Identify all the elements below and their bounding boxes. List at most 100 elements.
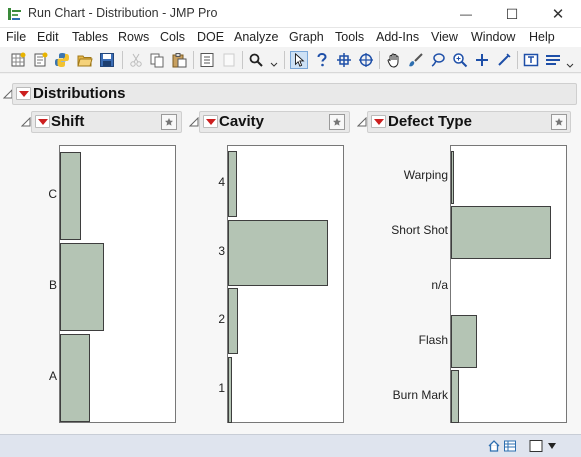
layout-icon[interactable] xyxy=(544,51,562,69)
menu-help[interactable]: Help xyxy=(529,30,555,44)
menu-tools[interactable]: Tools xyxy=(335,30,364,44)
search-icon[interactable] xyxy=(247,51,265,69)
histogram-bar[interactable] xyxy=(228,288,238,355)
menu-analyze[interactable]: Analyze xyxy=(234,30,278,44)
panel-title: Cavity xyxy=(219,113,265,130)
crosshair-tool-icon[interactable] xyxy=(335,51,353,69)
distributions-outline-header: Distributions xyxy=(12,83,577,105)
journal-icon[interactable] xyxy=(198,51,216,69)
graph-builder-star-icon[interactable] xyxy=(551,114,567,130)
category-label: 4 xyxy=(218,175,225,190)
window-icon[interactable] xyxy=(529,439,543,453)
category-label: Flash xyxy=(418,332,448,347)
new-script-icon[interactable] xyxy=(31,51,49,69)
menu-view[interactable]: View xyxy=(431,30,458,44)
copy-icon[interactable] xyxy=(148,51,166,69)
histogram-bar[interactable] xyxy=(451,370,459,424)
close-icon: ✕ xyxy=(551,6,565,23)
cavity-outline-header: Cavity xyxy=(199,111,350,133)
cut-icon[interactable] xyxy=(127,51,145,69)
histogram-bar[interactable] xyxy=(451,150,454,204)
help-tool-icon[interactable] xyxy=(313,51,331,69)
menu-cols[interactable]: Cols xyxy=(160,30,185,44)
home-icon[interactable] xyxy=(487,439,501,453)
red-triangle-menu-icon[interactable] xyxy=(16,87,31,100)
paste-icon[interactable] xyxy=(170,51,188,69)
toolbar-separator xyxy=(379,51,380,69)
histogram-bar[interactable] xyxy=(451,315,477,369)
minimize-button[interactable]: — xyxy=(443,0,489,28)
line-tool-icon[interactable] xyxy=(495,51,513,69)
python-icon[interactable] xyxy=(53,51,71,69)
menu-bar: File Edit Tables Rows Cols DOE Analyze G… xyxy=(0,28,581,47)
disclosure-triangle-icon[interactable] xyxy=(189,117,199,127)
status-bar xyxy=(0,434,581,457)
annotate-tool-icon[interactable] xyxy=(522,51,540,69)
menu-add-ins[interactable]: Add-Ins xyxy=(376,30,419,44)
save-icon[interactable] xyxy=(98,51,116,69)
histogram-bar[interactable] xyxy=(60,243,104,331)
open-icon[interactable] xyxy=(76,51,94,69)
category-label: n/a xyxy=(431,278,448,292)
hand-tool-icon[interactable] xyxy=(385,51,403,69)
menu-graph[interactable]: Graph xyxy=(289,30,324,44)
category-label: 2 xyxy=(218,312,225,327)
minimize-icon: — xyxy=(460,7,472,21)
data-table-list-icon[interactable] xyxy=(503,439,517,453)
panel-title: Shift xyxy=(51,113,85,130)
maximize-icon: ☐ xyxy=(505,5,519,22)
menu-file[interactable]: File xyxy=(6,30,26,44)
red-triangle-menu-icon[interactable] xyxy=(203,115,218,128)
toolbar xyxy=(0,47,581,73)
histogram-bar[interactable] xyxy=(228,219,328,286)
plus-tool-icon[interactable] xyxy=(473,51,491,69)
toolbar-separator xyxy=(122,51,123,69)
category-label: Warping xyxy=(403,168,448,183)
graph-builder-star-icon[interactable] xyxy=(329,114,345,130)
toolbar-separator xyxy=(517,51,518,69)
dropdown-arrow-icon[interactable] xyxy=(547,441,557,451)
graph-builder-star-icon[interactable] xyxy=(161,114,177,130)
histogram-bar[interactable] xyxy=(60,334,90,423)
panel-title: Defect Type xyxy=(388,113,472,130)
menu-doe[interactable]: DOE xyxy=(197,30,224,44)
maximize-button[interactable]: ☐ xyxy=(489,0,535,28)
histogram-bar[interactable] xyxy=(228,151,237,218)
lasso-target-icon[interactable] xyxy=(357,51,375,69)
blank-page-icon[interactable] xyxy=(220,51,238,69)
defect-type-outline-header: Defect Type xyxy=(367,111,571,133)
jmp-app-icon xyxy=(8,8,21,20)
toolbar-overflow-icon[interactable] xyxy=(565,51,575,69)
menu-edit[interactable]: Edit xyxy=(37,30,59,44)
toolbar-separator xyxy=(284,51,285,69)
shift-histogram[interactable] xyxy=(59,145,176,423)
disclosure-triangle-icon[interactable] xyxy=(21,117,31,127)
cavity-histogram[interactable] xyxy=(227,145,344,423)
zoom-tool-icon[interactable] xyxy=(451,51,469,69)
toolbar-separator xyxy=(193,51,194,69)
menu-rows[interactable]: Rows xyxy=(118,30,149,44)
disclosure-triangle-icon[interactable] xyxy=(357,117,367,127)
close-button[interactable]: ✕ xyxy=(535,0,581,28)
title-bar: Run Chart - Distribution - JMP Pro — ☐ ✕ xyxy=(0,0,581,28)
category-label: 3 xyxy=(218,243,225,258)
red-triangle-menu-icon[interactable] xyxy=(371,115,386,128)
report-area: Distributions Shift Cavity Defect Type C… xyxy=(0,74,581,434)
category-label: Short Shot xyxy=(391,223,448,238)
brush-tool-icon[interactable] xyxy=(407,51,425,69)
defect-type-histogram[interactable] xyxy=(450,145,567,424)
new-data-table-icon[interactable] xyxy=(9,51,27,69)
arrow-tool-icon[interactable] xyxy=(290,51,308,69)
menu-window[interactable]: Window xyxy=(471,30,515,44)
category-label: 1 xyxy=(218,380,225,395)
window-title: Run Chart - Distribution - JMP Pro xyxy=(28,6,218,20)
category-label: A xyxy=(48,369,57,384)
histogram-bar[interactable] xyxy=(60,151,81,240)
category-label: Burn Mark xyxy=(392,387,448,402)
menu-tables[interactable]: Tables xyxy=(72,30,108,44)
chevron-down-icon[interactable] xyxy=(265,51,283,69)
histogram-bar[interactable] xyxy=(228,356,232,423)
red-triangle-menu-icon[interactable] xyxy=(35,115,50,128)
histogram-bar[interactable] xyxy=(451,205,551,259)
lasso-tool-icon[interactable] xyxy=(429,51,447,69)
